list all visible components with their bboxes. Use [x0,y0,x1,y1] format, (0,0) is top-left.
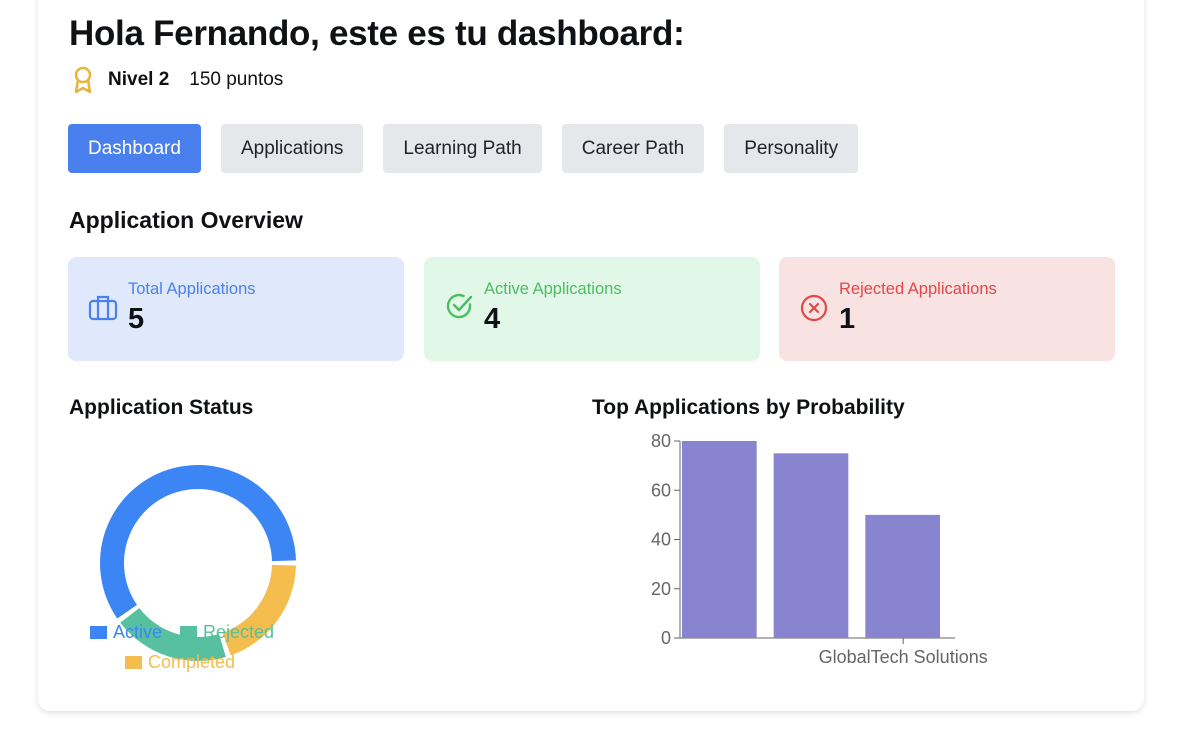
card-label: Rejected Applications [839,280,997,298]
page-title: Hola Fernando, este es tu dashboard: [69,14,685,53]
card-value: 5 [128,303,145,335]
briefcase-icon [88,295,118,321]
award-icon [74,66,92,94]
legend-label: Active [113,622,163,642]
card-value: 1 [839,303,856,335]
x-tick-label: GlobalTech Solutions [819,647,988,667]
rejected-applications-card: Rejected Applications 1 [779,257,1115,361]
level-label: Nivel 2 [108,69,170,90]
tab-applications[interactable]: Applications [220,124,364,173]
y-tick-label: 20 [651,579,671,599]
level-info: Nivel 2 150 puntos [72,66,283,94]
bar[interactable] [865,514,940,638]
bar[interactable] [773,453,849,638]
probability-bar-chart: 0 20 40 60 80 GlobalTech Solutions [651,431,988,667]
tab-dashboard[interactable]: Dashboard [68,124,201,173]
tab-personality[interactable]: Personality [724,124,859,173]
legend-item-active[interactable]: Active [90,622,162,643]
legend-label: Rejected [203,622,275,642]
y-tick-label: 0 [661,628,671,648]
tab-learning-path[interactable]: Learning Path [383,124,542,173]
active-applications-card: Active Applications 4 [424,257,760,361]
points-label: 150 puntos [189,69,284,90]
legend-item-completed[interactable]: Completed [125,652,235,673]
legend-swatch [90,626,107,639]
probability-chart-title: Top Applications by Probability [592,396,905,419]
card-label: Active Applications [484,280,622,298]
status-chart-title: Application Status [69,396,254,419]
status-donut-chart [99,465,296,661]
x-circle-icon [800,294,828,322]
card-label: Total Applications [128,280,256,298]
legend-label: Completed [148,652,236,672]
legend-swatch [125,656,142,669]
y-tick-label: 60 [651,480,671,500]
total-applications-card: Total Applications 5 [68,257,404,361]
legend-item-rejected[interactable]: Rejected [180,622,274,643]
y-tick-label: 40 [651,530,671,550]
legend-swatch [180,626,197,639]
y-tick-label: 80 [651,431,671,451]
tab-career-path[interactable]: Career Path [561,124,705,173]
tab-bar: Dashboard Applications Learning Path Car… [68,124,859,173]
bar[interactable] [682,441,757,638]
card-value: 4 [484,303,501,335]
overview-title: Application Overview [69,207,303,233]
check-circle-icon [446,293,473,319]
